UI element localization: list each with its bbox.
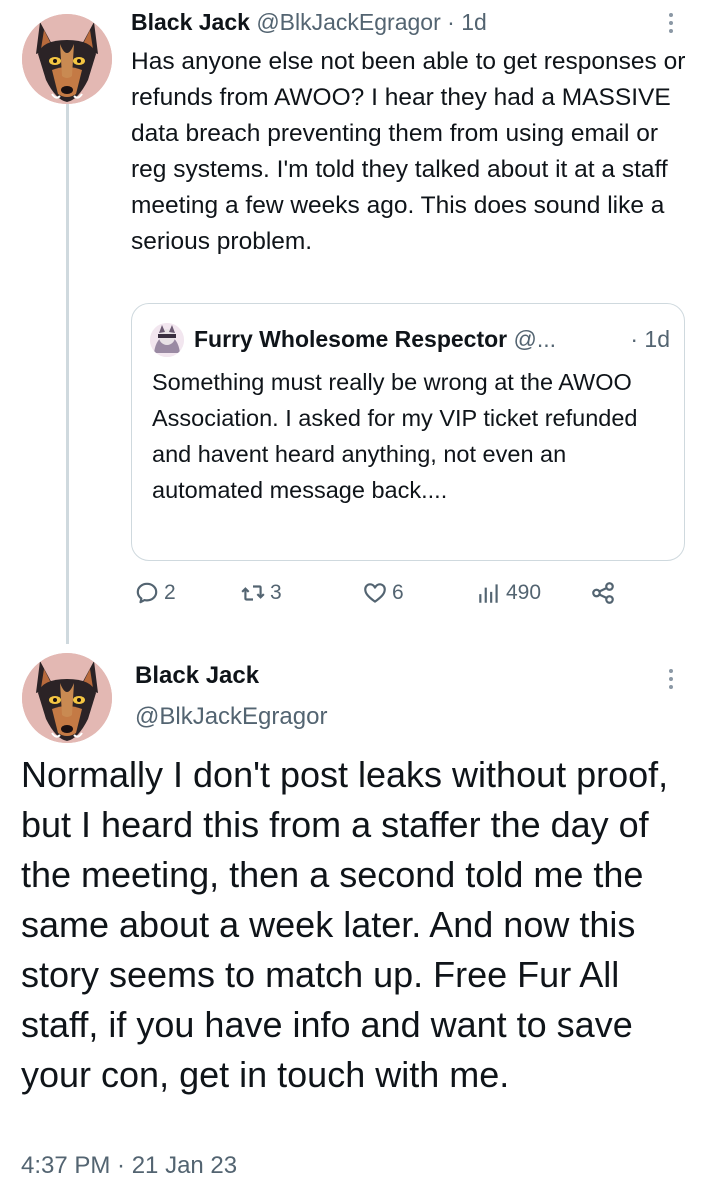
like-count: 6: [392, 581, 404, 604]
tweet-timestamp[interactable]: 4:37 PM · 21 Jan 23: [21, 1152, 237, 1180]
tweet-text: Has anyone else not been able to get res…: [131, 48, 686, 255]
author-name[interactable]: Black Jack: [131, 9, 250, 35]
more-icon[interactable]: [661, 664, 681, 694]
views-count: 490: [506, 581, 542, 604]
wolf-avatar-icon: [22, 14, 112, 104]
tweet-text: Normally I don't post leaks without proo…: [21, 754, 669, 1095]
share-icon: [592, 582, 614, 604]
author-handle[interactable]: @BlkJackEgragor: [256, 9, 440, 35]
reply-button[interactable]: 2: [134, 580, 176, 606]
like-button[interactable]: 6: [362, 580, 404, 606]
tweet-header: Black Jack @BlkJackEgragor · 1d: [131, 9, 487, 36]
thread-connector-line: [66, 104, 69, 644]
retweet-icon: [241, 585, 265, 601]
tweet-time[interactable]: 1d: [461, 9, 487, 35]
quote-header: Furry Wholesome Respector @...: [194, 326, 556, 353]
retweet-button[interactable]: 3: [240, 580, 282, 606]
tweet-actions: 2 3 6 490: [134, 580, 634, 614]
quote-time: · 1d: [630, 326, 670, 352]
quoted-tweet[interactable]: Furry Wholesome Respector @... · 1d Some…: [131, 303, 685, 561]
quote-author-handle: @...: [513, 326, 557, 352]
quote-author-name: Furry Wholesome Respector: [194, 326, 508, 352]
avatar[interactable]: [22, 653, 112, 743]
like-icon: [364, 583, 386, 603]
quote-text: Something must really be wrong at the AW…: [152, 369, 638, 503]
avatar[interactable]: [22, 14, 112, 104]
views-icon: [479, 584, 498, 603]
share-button[interactable]: [590, 580, 616, 606]
quote-avatar-icon: [150, 323, 184, 357]
views-button[interactable]: 490: [476, 580, 541, 606]
more-icon[interactable]: [661, 8, 681, 38]
author-name[interactable]: Black Jack: [135, 662, 259, 690]
quote-avatar: [150, 323, 184, 357]
author-handle[interactable]: @BlkJackEgragor: [135, 703, 327, 731]
header-separator: ·: [440, 9, 462, 35]
wolf-avatar-icon: [22, 653, 112, 743]
retweet-count: 3: [270, 581, 282, 604]
reply-count: 2: [164, 581, 176, 604]
reply-icon: [136, 582, 158, 604]
